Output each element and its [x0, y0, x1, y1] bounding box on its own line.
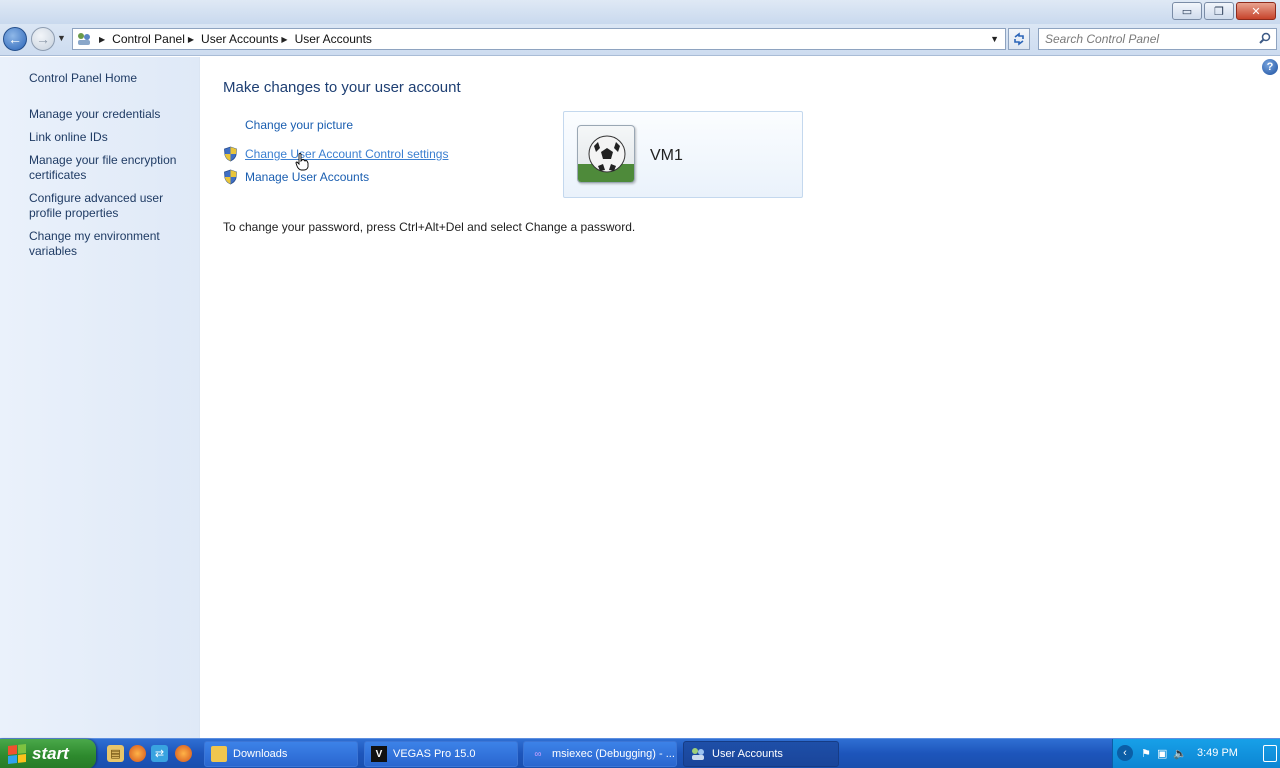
show-desktop-button[interactable]	[1263, 745, 1277, 762]
search-icon[interactable]	[1259, 32, 1271, 47]
taskbar-button-downloads[interactable]: Downloads	[204, 741, 358, 767]
show-desktop-icon[interactable]: ▤	[107, 745, 124, 762]
vegas-pro-icon: V	[371, 746, 387, 762]
breadcrumb-arrow-icon: ▶	[99, 34, 106, 44]
windows-logo-icon	[8, 744, 26, 764]
forward-button[interactable]: →	[31, 27, 55, 51]
search-input[interactable]	[1039, 29, 1249, 49]
title-bar: ▭ ❐ ✕	[0, 0, 1280, 24]
taskbar-button-vegas-pro[interactable]: V VEGAS Pro 15.0	[364, 741, 518, 767]
uac-shield-icon	[224, 146, 237, 162]
network-icon[interactable]: ▣	[1157, 747, 1167, 760]
minimize-button[interactable]: ▭	[1172, 2, 1202, 20]
breadcrumb-user-accounts[interactable]: User Accounts	[201, 32, 278, 46]
navigation-bar: ← → ▼ ▶ Control Panel ▶ User Accounts ▶ …	[0, 24, 1280, 56]
volume-icon[interactable]: 🔈	[1173, 747, 1187, 760]
maximize-button[interactable]: ❐	[1204, 2, 1234, 20]
help-icon[interactable]: ?	[1262, 59, 1278, 75]
system-tray: ‹ ⚑ ▣ 🔈 3:49 PM	[1112, 739, 1280, 768]
folder-icon	[211, 746, 227, 762]
firefox-icon[interactable]	[129, 745, 146, 762]
user-account-tile: VM1	[563, 111, 803, 198]
recent-pages-dropdown[interactable]: ▼	[57, 33, 66, 43]
taskbar-button-user-accounts[interactable]: User Accounts	[683, 741, 839, 767]
account-name: VM1	[650, 147, 683, 164]
password-instruction-text: To change your password, press Ctrl+Alt+…	[223, 220, 636, 234]
address-dropdown-icon[interactable]: ▼	[990, 34, 999, 44]
control-panel-icon	[76, 31, 92, 47]
action-center-flag-icon[interactable]: ⚑	[1141, 747, 1151, 760]
window-controls: ▭ ❐ ✕	[1172, 2, 1276, 20]
hand-cursor-icon	[295, 153, 309, 171]
main-content: ? Make changes to your user account Chan…	[201, 57, 1280, 738]
show-hidden-icons-icon[interactable]: ‹	[1117, 745, 1133, 761]
start-button[interactable]: start	[0, 739, 96, 768]
breadcrumb-arrow-icon[interactable]: ▶	[281, 35, 287, 44]
uac-shield-icon	[224, 169, 237, 185]
debugger-icon: ∞	[534, 748, 542, 760]
avatar[interactable]	[577, 125, 635, 183]
refresh-button[interactable]	[1008, 28, 1030, 50]
sidebar-item-control-panel-home[interactable]: Control Panel Home	[29, 71, 189, 86]
browser-icon[interactable]	[175, 745, 192, 762]
manage-user-accounts-link[interactable]: Manage User Accounts	[245, 170, 369, 184]
page-title: Make changes to your user account	[223, 79, 461, 96]
search-box[interactable]	[1038, 28, 1277, 50]
taskbar-label: Downloads	[233, 748, 288, 760]
sidebar-item-file-encryption-certificates[interactable]: Manage your file encryption certificates	[29, 153, 189, 183]
taskbar-label: VEGAS Pro 15.0	[393, 748, 476, 760]
breadcrumb-user-accounts-current[interactable]: User Accounts	[295, 32, 372, 46]
address-bar[interactable]: ▶ Control Panel ▶ User Accounts ▶ User A…	[72, 28, 1006, 50]
refresh-icon	[1014, 32, 1024, 46]
sidebar-item-advanced-profile-properties[interactable]: Configure advanced user profile properti…	[29, 191, 189, 221]
clock[interactable]: 3:49 PM	[1197, 747, 1238, 759]
close-button[interactable]: ✕	[1236, 2, 1276, 20]
soccer-ball-icon	[578, 135, 634, 182]
taskbar-button-msiexec[interactable]: ∞ msiexec (Debugging) - ...	[523, 741, 677, 767]
back-button[interactable]: ←	[3, 27, 27, 51]
change-uac-settings-link[interactable]: Change User Account Control settings	[245, 147, 448, 161]
sidebar-item-link-online-ids[interactable]: Link online IDs	[29, 130, 189, 145]
taskbar-label: User Accounts	[712, 748, 783, 760]
change-picture-link[interactable]: Change your picture	[245, 118, 353, 132]
sidebar-item-environment-variables[interactable]: Change my environment variables	[29, 229, 189, 259]
breadcrumb-arrow-icon[interactable]: ▶	[188, 35, 194, 44]
taskbar-label: msiexec (Debugging) - ...	[552, 748, 675, 760]
sidebar-item-manage-credentials[interactable]: Manage your credentials	[29, 107, 189, 122]
user-accounts-icon	[690, 746, 706, 762]
start-label: start	[32, 744, 69, 763]
breadcrumb-control-panel[interactable]: Control Panel	[112, 32, 185, 46]
taskbar: start ▤ ⇄ Downloads V VEGAS Pro 15.0 ∞ m…	[0, 738, 1280, 768]
switch-windows-icon[interactable]: ⇄	[151, 745, 168, 762]
left-task-pane: Control Panel Home Manage your credentia…	[0, 57, 200, 738]
